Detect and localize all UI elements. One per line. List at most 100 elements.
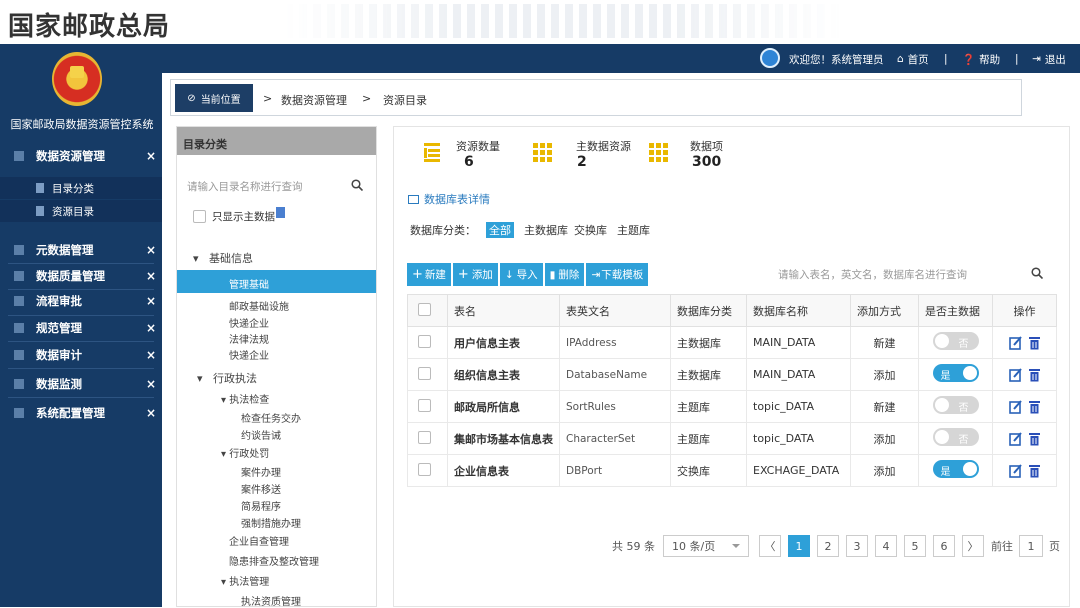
trash-icon[interactable] [1028, 464, 1041, 478]
table-row[interactable]: 组织信息主表 DatabaseName 主数据库 MAIN_DATA 添加是 [407, 358, 1057, 391]
close-icon[interactable]: × [140, 377, 162, 391]
tree-search-input[interactable]: 请输入目录名称进行查询 [181, 175, 373, 197]
sidebar-item-system-config[interactable]: 系统配置管理 × [0, 400, 162, 426]
prev-page-button[interactable]: 〈 [759, 535, 781, 557]
tree-node[interactable]: 快递企业 [229, 315, 269, 330]
main-data-toggle[interactable]: 否 [932, 332, 979, 350]
page-size-select[interactable]: 10 条/页 [663, 535, 749, 557]
row-checkbox[interactable] [418, 430, 431, 444]
row-checkbox[interactable] [418, 398, 431, 412]
search-icon[interactable] [1031, 267, 1043, 279]
edit-icon[interactable] [1008, 335, 1022, 350]
select-all-checkbox[interactable] [418, 302, 431, 316]
tree-node[interactable]: 邮政基础设施 [229, 298, 289, 313]
tree-node[interactable]: 法律法规 [229, 331, 269, 346]
sidebar-item-audit[interactable]: 数据审计 × [0, 342, 162, 368]
close-icon[interactable]: × [140, 348, 162, 362]
column-header[interactable]: 添加方式 [850, 294, 919, 327]
page-button-6[interactable]: 6 [933, 535, 955, 557]
filter-option-topic[interactable]: 主题库 [617, 222, 650, 238]
goto-page-input[interactable]: 1 [1019, 535, 1043, 557]
checkbox[interactable] [193, 210, 206, 223]
table-row[interactable]: 企业信息表 DBPort 交换库 EXCHAGE_DATA 添加是 [407, 454, 1057, 487]
close-icon[interactable]: × [140, 294, 162, 308]
row-checkbox[interactable] [418, 462, 431, 476]
close-icon[interactable]: × [140, 321, 162, 335]
breadcrumb-item[interactable]: 数据资源管理 [281, 92, 347, 108]
main-data-toggle[interactable]: 否 [932, 428, 979, 446]
row-checkbox[interactable] [418, 334, 431, 348]
trash-icon[interactable] [1028, 336, 1041, 350]
download-template-button[interactable]: ⇥ 下载模板 [586, 263, 649, 286]
filter-option-exchange[interactable]: 交换库 [574, 222, 607, 238]
close-icon[interactable]: × [140, 149, 162, 163]
page-button-5[interactable]: 5 [904, 535, 926, 557]
delete-button[interactable]: ▮ 删除 [544, 263, 585, 286]
trash-icon[interactable] [1028, 432, 1041, 446]
table-row[interactable]: 用户信息主表 IPAddress 主数据库 MAIN_DATA 新建否 [407, 326, 1057, 359]
sidebar-item-standards[interactable]: 规范管理 × [0, 315, 162, 341]
edit-icon[interactable] [1008, 399, 1022, 414]
add-button[interactable]: + 添加 [452, 263, 498, 286]
search-icon[interactable] [351, 179, 363, 191]
tree-node[interactable]: 执法资质管理 [241, 593, 301, 608]
main-data-toggle[interactable]: 是 [932, 460, 979, 478]
page-button-3[interactable]: 3 [846, 535, 868, 557]
table-row[interactable]: 集邮市场基本信息表 CharacterSet 主题库 topic_DATA 添加否 [407, 422, 1057, 455]
tree-node-active[interactable]: 管理基础 [229, 276, 269, 291]
sidebar-item-quality[interactable]: 数据质量管理 × [0, 263, 162, 289]
sidebar-item-monitoring[interactable]: 数据监测 × [0, 371, 162, 397]
tree-node[interactable]: 案件办理 [241, 464, 281, 479]
import-button[interactable]: ↓ 导入 [499, 263, 543, 286]
page-button-1[interactable]: 1 [788, 535, 810, 557]
sidebar-subitem-catalog-category[interactable]: 目录分类 [0, 177, 162, 199]
sidebar-subitem-resource-catalog[interactable]: 资源目录 [0, 200, 162, 222]
tree-node[interactable]: 案件移送 [241, 481, 281, 496]
column-header[interactable]: 表英文名 [559, 294, 671, 327]
tree-node[interactable]: ▾ 基础信息 [193, 250, 253, 266]
trash-icon[interactable] [1028, 400, 1041, 414]
filter-option-main[interactable]: 主数据库 [524, 222, 568, 238]
tree-node[interactable]: 快递企业 [229, 347, 269, 362]
sidebar-item-metadata[interactable]: 元数据管理 × [0, 237, 162, 263]
page-button-2[interactable]: 2 [817, 535, 839, 557]
table-search-input[interactable]: 请输入表名，英文名，数据库名进行查询 [778, 267, 967, 282]
column-header[interactable]: 表名 [447, 294, 560, 327]
close-icon[interactable]: × [140, 243, 162, 257]
filter-option-all[interactable]: 全部 [486, 222, 514, 238]
logout-link[interactable]: ⇥ 退出 [1032, 52, 1066, 66]
close-icon[interactable]: × [140, 269, 162, 283]
close-icon[interactable]: × [140, 406, 162, 420]
tree-node[interactable]: 约谈告诫 [241, 427, 281, 442]
edit-icon[interactable] [1008, 463, 1022, 478]
tree-node[interactable]: 强制措施办理 [241, 515, 301, 530]
tree-node[interactable]: ▾ 执法管理 [221, 573, 269, 588]
trash-icon[interactable] [1028, 368, 1041, 382]
table-row[interactable]: 邮政局所信息 SortRules 主题库 topic_DATA 新建否 [407, 390, 1057, 423]
avatar[interactable] [760, 48, 780, 68]
column-header[interactable]: 数据库名称 [746, 294, 851, 327]
tree-node[interactable]: 隐患排查及整改管理 [229, 553, 319, 568]
home-link[interactable]: ⌂ 首页 [897, 52, 929, 66]
page-button-4[interactable]: 4 [875, 535, 897, 557]
sidebar-item-approval[interactable]: 流程审批 × [0, 288, 162, 314]
tree-node[interactable]: 简易程序 [241, 498, 281, 513]
only-main-checkbox[interactable]: 只显示主数据 [193, 207, 285, 224]
next-page-button[interactable]: 〉 [962, 535, 984, 557]
edit-icon[interactable] [1008, 367, 1022, 382]
main-data-toggle[interactable]: 否 [932, 396, 979, 414]
tree-node[interactable]: ▾ 行政执法 [197, 370, 257, 386]
breadcrumb-item[interactable]: 资源目录 [383, 92, 427, 108]
help-link[interactable]: ❓ 帮助 [962, 52, 1000, 66]
tree-node[interactable]: ▾ 行政处罚 [221, 445, 269, 460]
tree-node[interactable]: 检查任务交办 [241, 410, 301, 425]
main-data-toggle[interactable]: 是 [932, 364, 979, 382]
sidebar-item-data-resource[interactable]: 数据资源管理 × [0, 143, 162, 169]
tree-node[interactable]: 企业自查管理 [229, 533, 289, 548]
new-button[interactable]: + 新建 [407, 263, 451, 286]
column-header[interactable]: 数据库分类 [670, 294, 747, 327]
row-checkbox[interactable] [418, 366, 431, 380]
tree-node[interactable]: ▾ 执法检查 [221, 391, 269, 406]
edit-icon[interactable] [1008, 431, 1022, 446]
column-header[interactable]: 是否主数据 [918, 294, 993, 327]
